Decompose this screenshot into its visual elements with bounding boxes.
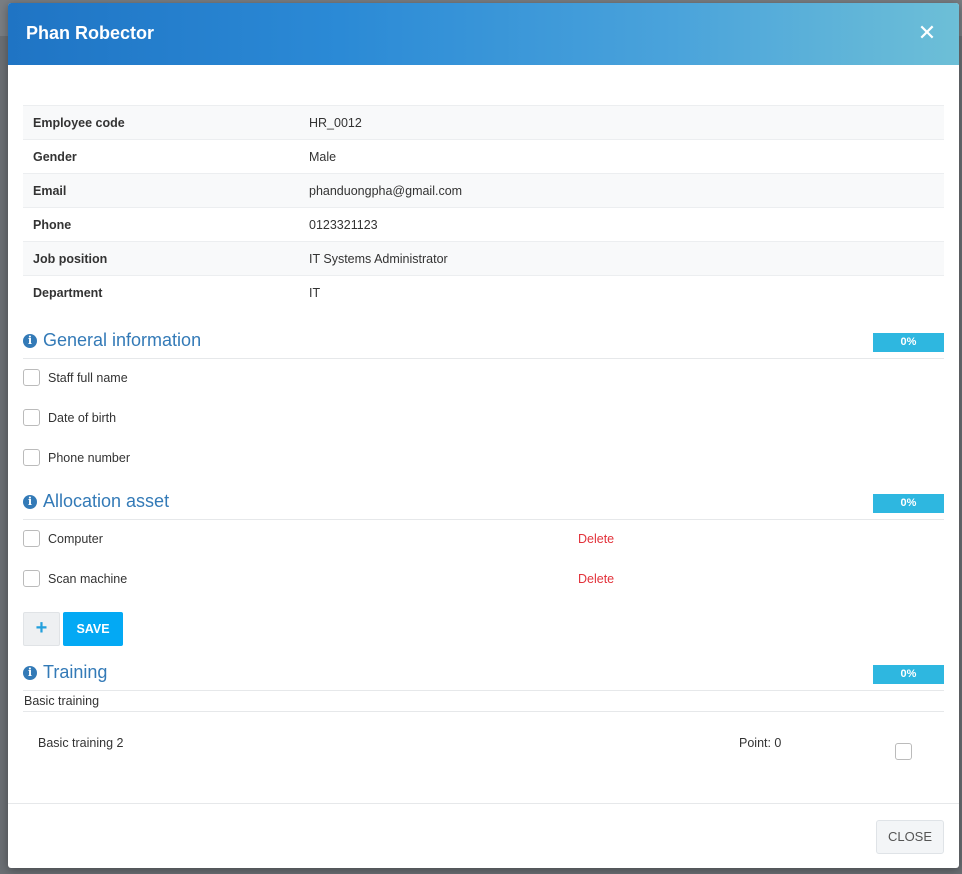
table-row: Email phanduongpha@gmail.com	[23, 173, 944, 208]
info-label: Gender	[23, 139, 299, 174]
table-row: Gender Male	[23, 139, 944, 174]
employee-modal: Phan Robector ✕ Employee code HR_0012 Ge…	[8, 3, 959, 868]
training-group: Basic training	[23, 691, 944, 712]
checklist-label: Staff full name	[48, 370, 128, 385]
checkbox[interactable]	[23, 368, 40, 386]
training-header: i Training 0%	[23, 658, 944, 691]
info-icon: i	[23, 494, 37, 509]
save-button[interactable]: SAVE	[63, 611, 123, 646]
checklist-label: Phone number	[48, 450, 131, 465]
asset-actions: + SAVE	[23, 600, 944, 650]
checkbox[interactable]	[895, 742, 912, 760]
allocation-asset-header: i Allocation asset 0%	[23, 487, 944, 520]
checkbox[interactable]	[23, 529, 40, 547]
info-label: Email	[23, 173, 299, 208]
info-value: IT	[299, 275, 944, 310]
backdrop-edge	[0, 362, 8, 374]
close-button[interactable]: CLOSE	[876, 820, 944, 854]
progress-badge: 0%	[873, 332, 944, 352]
info-label: Phone	[23, 207, 299, 242]
add-asset-button[interactable]: +	[23, 611, 60, 646]
checklist-item[interactable]: Staff full name	[23, 359, 944, 399]
training-point: Point: 0	[739, 735, 782, 750]
checklist-item[interactable]: Phone number	[23, 439, 944, 479]
section-title: Allocation asset	[43, 490, 170, 511]
info-label: Employee code	[23, 105, 299, 140]
table-row: Department IT	[23, 275, 944, 310]
general-information-header: i General information 0%	[23, 326, 944, 359]
section-title: General information	[43, 329, 202, 350]
training-group-label: Basic training	[24, 693, 100, 708]
info-icon: i	[23, 333, 37, 348]
info-value: 0123321123	[299, 207, 944, 242]
employee-info-table: Employee code HR_0012 Gender Male Email …	[23, 105, 944, 310]
checklist-label: Date of birth	[48, 410, 117, 425]
info-icon: i	[23, 665, 37, 680]
checkbox[interactable]	[23, 569, 40, 587]
info-value: IT Systems Administrator	[299, 241, 944, 276]
checklist-item[interactable]: Date of birth	[23, 399, 944, 439]
table-row: Employee code HR_0012	[23, 105, 944, 140]
asset-label: Computer	[48, 531, 103, 546]
modal-title: Phan Robector	[26, 23, 155, 43]
table-row: Job position IT Systems Administrator	[23, 241, 944, 276]
asset-item[interactable]: Computer Delete	[23, 520, 944, 560]
modal-body: Employee code HR_0012 Gender Male Email …	[23, 105, 944, 784]
asset-item[interactable]: Scan machine Delete	[23, 560, 944, 600]
info-value: HR_0012	[299, 105, 944, 140]
info-label: Department	[23, 275, 299, 310]
modal-header: Phan Robector ✕	[8, 3, 959, 65]
info-label: Job position	[23, 241, 299, 276]
checkbox[interactable]	[23, 448, 40, 466]
delete-link[interactable]: Delete	[578, 572, 614, 586]
delete-link[interactable]: Delete	[578, 532, 614, 546]
asset-label: Scan machine	[48, 571, 128, 586]
training-item: Basic training 2 Point: 0	[23, 712, 944, 784]
progress-badge: 0%	[873, 493, 944, 513]
close-icon[interactable]: ✕	[917, 21, 937, 45]
progress-badge: 0%	[873, 664, 944, 684]
training-name: Basic training 2	[38, 735, 124, 750]
info-value: Male	[299, 139, 944, 174]
modal-footer: CLOSE	[8, 803, 959, 868]
checkbox[interactable]	[23, 408, 40, 426]
table-row: Phone 0123321123	[23, 207, 944, 242]
section-title: Training	[43, 661, 108, 682]
info-value: phanduongpha@gmail.com	[299, 173, 944, 208]
